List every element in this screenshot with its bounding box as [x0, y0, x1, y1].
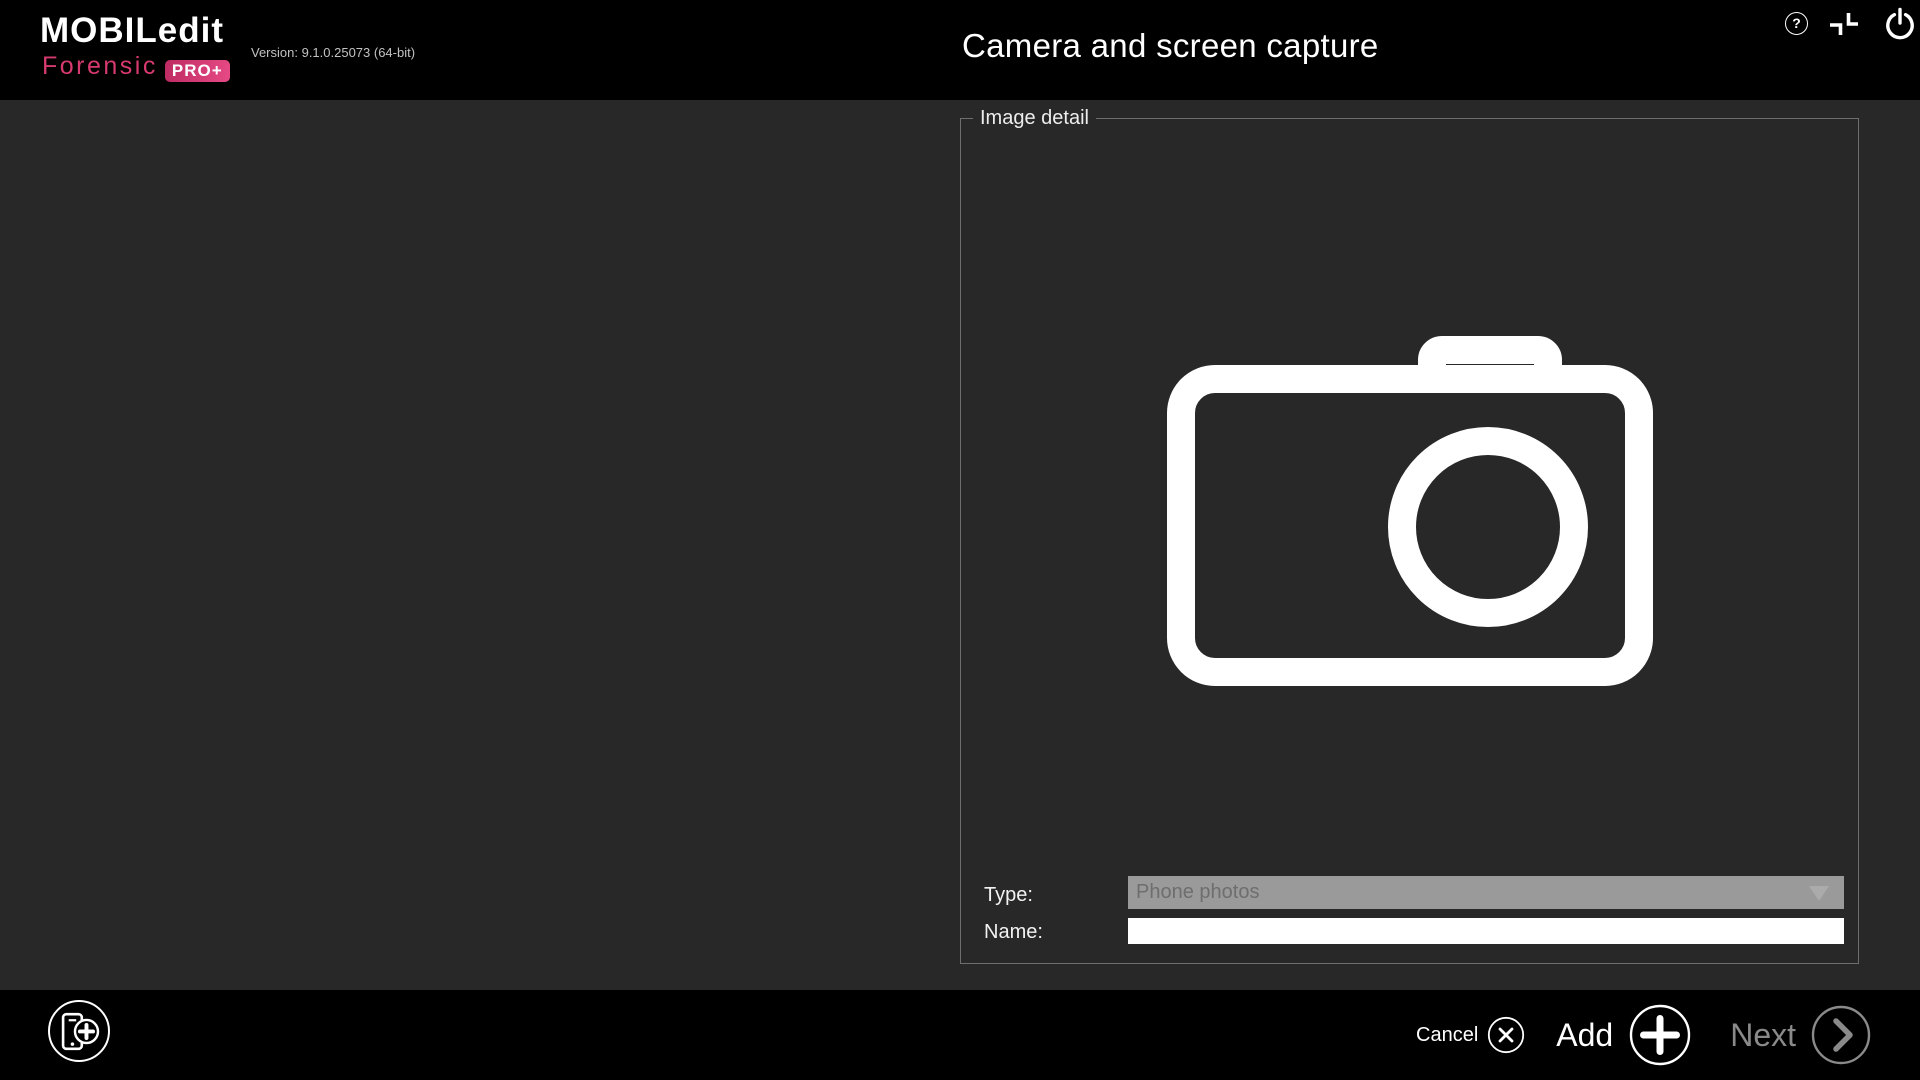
next-button[interactable]: Next: [1730, 1005, 1871, 1065]
cancel-label: Cancel: [1416, 1024, 1478, 1047]
type-dropdown-value: Phone photos: [1136, 876, 1259, 909]
type-dropdown[interactable]: Phone photos: [1128, 876, 1844, 909]
next-label: Next: [1730, 1017, 1796, 1054]
cancel-button[interactable]: Cancel: [1416, 1016, 1525, 1054]
app-logo: MOBILedit ForensicPRO+: [40, 13, 224, 48]
version-label: Version: 9.1.0.25073 (64-bit): [251, 45, 415, 60]
help-glyph: ?: [1792, 15, 1801, 31]
add-button[interactable]: Add: [1556, 1004, 1691, 1066]
groupbox-legend: Image detail: [973, 106, 1096, 131]
name-input[interactable]: [1128, 918, 1844, 944]
name-label: Name:: [984, 919, 1043, 945]
top-bar: MOBILedit ForensicPRO+ Version: 9.1.0.25…: [0, 0, 1920, 100]
dropdown-arrow-icon: [1809, 886, 1829, 901]
next-chevron-icon: [1811, 1005, 1871, 1065]
cancel-x-icon: [1487, 1016, 1525, 1054]
app-window: MOBILedit ForensicPRO+ Version: 9.1.0.25…: [0, 0, 1920, 1080]
footer-actions: Cancel Add Next: [1416, 990, 1871, 1080]
phone-plus-icon: [50, 1002, 108, 1060]
logo-subtitle-text: Forensic: [42, 52, 158, 80]
logo-subtitle: Forensic PRO+: [42, 54, 230, 82]
add-label: Add: [1556, 1017, 1613, 1054]
help-icon[interactable]: ?: [1785, 12, 1808, 35]
camera-icon: [1159, 329, 1659, 693]
add-plus-icon: [1629, 1004, 1691, 1066]
image-detail-groupbox: Image detail Type: Phone photos Name:: [960, 118, 1859, 964]
connect-phone-button[interactable]: [48, 1000, 110, 1062]
dock-window-icon[interactable]: [1829, 12, 1859, 36]
page-title: Camera and screen capture: [962, 27, 1379, 65]
pro-badge: PRO+: [165, 60, 230, 82]
bottom-bar: Cancel Add Next: [0, 990, 1920, 1080]
type-label: Type:: [984, 882, 1033, 908]
logo-title: MOBILedit: [40, 13, 224, 48]
power-icon[interactable]: [1882, 7, 1918, 43]
